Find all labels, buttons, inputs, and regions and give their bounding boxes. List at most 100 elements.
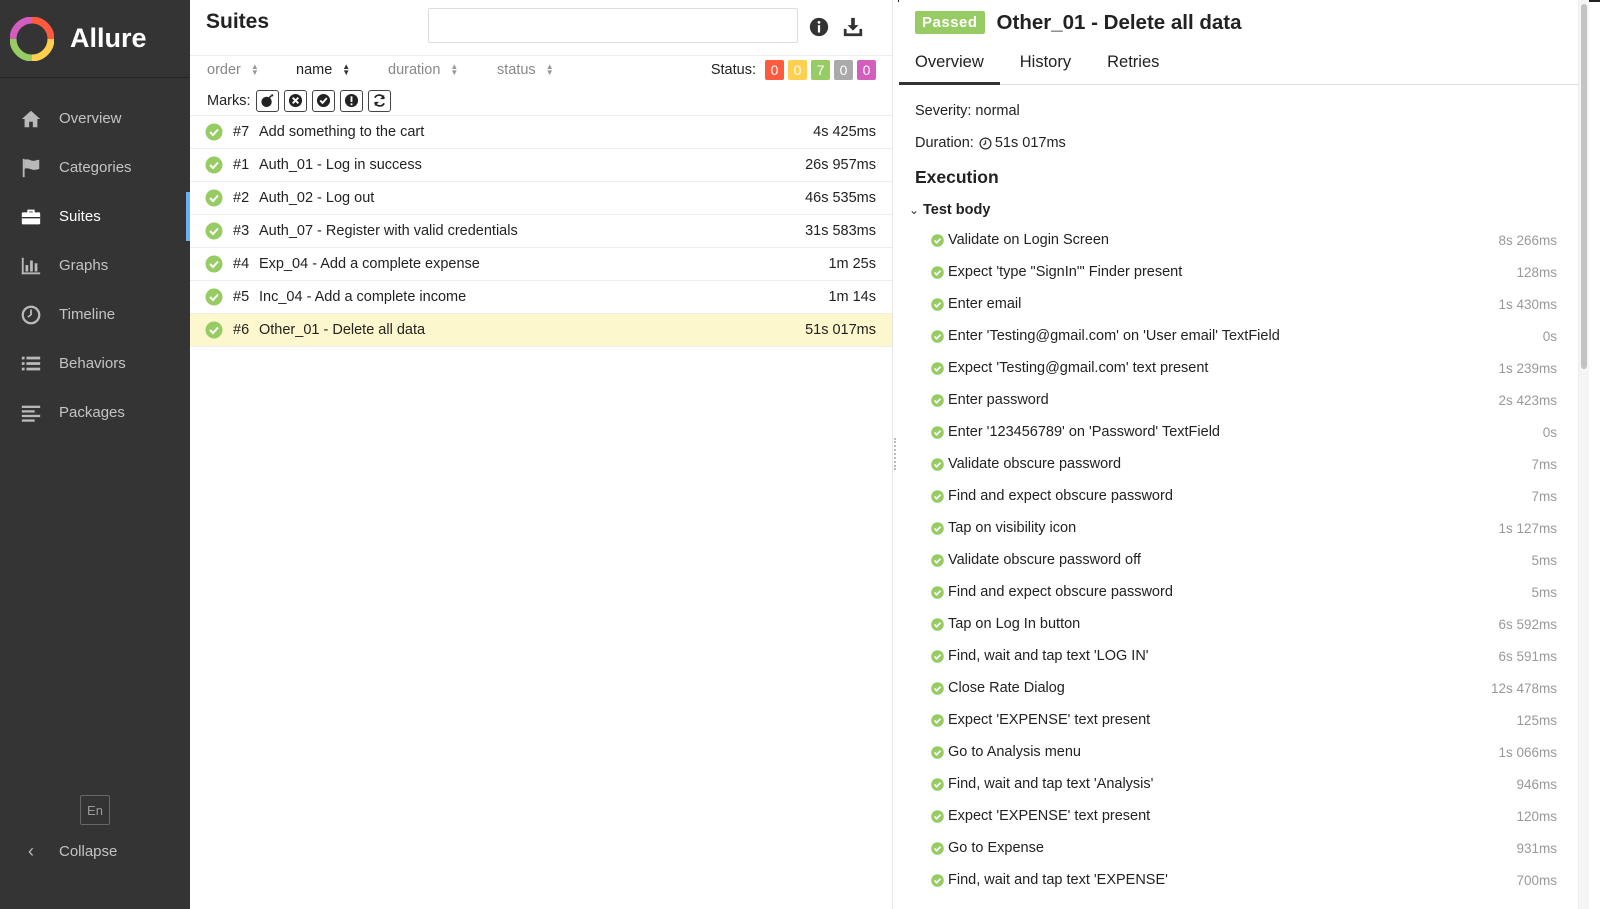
step-row[interactable]: Close Rate Dialog 12s 478ms [899,672,1589,704]
step-row[interactable]: Find, wait and tap text 'Analysis' 946ms [899,768,1589,800]
sidebar-item-suites[interactable]: Suites [0,192,190,241]
scrollbar[interactable] [1578,0,1589,909]
test-duration: 1m 25s [828,256,876,272]
test-duration: 51s 017ms [805,322,876,338]
step-name: Go to Expense [948,840,1044,856]
step-name: Find and expect obscure password [948,488,1173,504]
suites-pane: Suites order ▲ ▼ name ▲ ▼ duration ▲ ▼ s… [190,0,892,909]
sidebar-item-overview[interactable]: Overview [0,94,190,143]
step-row[interactable]: Validate obscure password 7ms [899,448,1589,480]
tab-overview[interactable]: Overview [899,45,1000,85]
download-icon[interactable] [840,14,866,40]
check-circle-icon[interactable] [311,89,335,112]
step-name: Expect 'EXPENSE' text present [948,808,1151,824]
sort-by-duration[interactable]: duration ▲ ▼ [388,62,458,78]
passed-icon [931,489,944,503]
sort-arrows-icon: ▲ ▼ [545,62,554,77]
sidebar-item-graphs[interactable]: Graphs [0,241,190,290]
step-duration: 1s 430ms [1498,296,1557,312]
passed-icon [931,553,944,567]
scrollbar-thumb[interactable] [1581,4,1587,369]
step-row[interactable]: Find and expect obscure password 5ms [899,576,1589,608]
table-row[interactable]: #4 Exp_04 - Add a complete expense 1m 25… [190,248,892,281]
search-input[interactable] [428,8,798,43]
sidebar-item-categories[interactable]: Categories [0,143,190,192]
sidebar-item-behaviors[interactable]: Behaviors [0,339,190,388]
step-row[interactable]: Enter password 2s 423ms [899,384,1589,416]
tab-retries[interactable]: Retries [1091,45,1175,85]
step-row[interactable]: Go to Analysis menu 1s 066ms [899,736,1589,768]
status-failed-badge[interactable]: 0 [765,60,784,80]
test-body-toggle[interactable]: ⌄ Test body [899,202,1589,218]
sidebar-item-label: Timeline [59,306,116,323]
table-row[interactable]: #5 Inc_04 - Add a complete income 1m 14s [190,281,892,314]
sort-label: name [296,62,333,78]
bomb-icon[interactable] [255,89,279,112]
status-unknown-badge[interactable]: 0 [857,60,876,80]
step-row[interactable]: Validate on Login Screen 8s 266ms [899,224,1589,256]
step-row[interactable]: Expect 'EXPENSE' text present 120ms [899,800,1589,832]
status-passed-badge[interactable]: 7 [811,60,830,80]
sidebar-item-packages[interactable]: Packages [0,388,190,437]
tab-history[interactable]: History [1004,45,1087,85]
sort-by-name[interactable]: name ▲ ▼ [296,62,350,78]
sort-row: order ▲ ▼ name ▲ ▼ duration ▲ ▼ status ▲ ▼ S… [190,56,892,86]
step-row[interactable]: Tap on visibility icon 1s 127ms [899,512,1589,544]
table-row[interactable]: #1 Auth_01 - Log in success 26s 957ms [190,149,892,182]
splitter-grip-icon[interactable] [894,438,896,470]
collapse-button[interactable]: ‹ Collapse [19,838,117,864]
allure-logo-icon [10,16,54,61]
detail-tabs: Overview History Retries [899,45,1589,85]
times-circle-icon[interactable] [283,89,307,112]
flag-icon [19,156,43,180]
test-name: Auth_01 - Log in success [259,157,422,173]
sidebar-item-timeline[interactable]: Timeline [0,290,190,339]
passed-icon [931,809,944,823]
chevron-down-icon: ⌄ [909,203,920,217]
passed-icon [205,189,223,207]
test-id: #3 [233,223,250,239]
step-row[interactable]: Enter email 1s 430ms [899,288,1589,320]
passed-icon [931,777,944,791]
step-row[interactable]: Enter '123456789' on 'Password' TextFiel… [899,416,1589,448]
step-row[interactable]: Go to Expense 931ms [899,832,1589,864]
logo-row[interactable]: Allure [0,0,190,78]
info-icon[interactable] [806,14,832,40]
step-row[interactable]: Find, wait and tap text 'EXPENSE' 700ms [899,864,1589,896]
pane-splitter[interactable] [892,0,898,909]
sort-by-status[interactable]: status ▲ ▼ [497,62,554,78]
step-row[interactable]: Expect 'type "SignIn"' Finder present 128… [899,256,1589,288]
step-row[interactable]: Enter 'Testing@gmail.com' on 'User email… [899,320,1589,352]
step-duration: 2s 423ms [1498,392,1557,408]
passed-icon [205,222,223,240]
status-skipped-badge[interactable]: 0 [834,60,853,80]
step-row[interactable]: Expect 'EXPENSE' text present 125ms [899,704,1589,736]
step-row[interactable]: Validate obscure password off 5ms [899,544,1589,576]
step-name: Find, wait and tap text 'Analysis' [948,776,1154,792]
detail-header: Passed Other_01 - Delete all data [899,0,1589,45]
step-name: Validate obscure password off [948,552,1141,568]
sort-by-order[interactable]: order ▲ ▼ [207,62,259,78]
sidebar-item-label: Categories [59,159,132,176]
table-row[interactable]: #2 Auth_02 - Log out 46s 535ms [190,182,892,215]
table-row[interactable]: #3 Auth_07 - Register with valid credent… [190,215,892,248]
refresh-icon[interactable] [367,89,391,112]
step-row[interactable]: Expect 'Testing@gmail.com' text present 1… [899,352,1589,384]
passed-icon [931,521,944,535]
exclamation-circle-icon[interactable] [339,89,363,112]
passed-icon [931,297,944,311]
chevron-left-icon: ‹ [28,840,34,861]
sort-label: duration [388,62,441,78]
step-row[interactable]: Tap on Log In button 6s 592ms [899,608,1589,640]
marks-label: Marks: [207,92,251,109]
language-button[interactable]: En [80,795,110,825]
table-row-selected[interactable]: #6 Other_01 - Delete all data 51s 017ms [190,314,892,347]
passed-icon [205,156,223,174]
step-row[interactable]: Find and expect obscure password 7ms [899,480,1589,512]
table-row[interactable]: #7 Add something to the cart 4s 425ms [190,116,892,149]
test-duration: 4s 425ms [813,124,876,140]
step-row[interactable]: Find, wait and tap text 'LOG IN' 6s 591ms [899,640,1589,672]
test-name: Auth_02 - Log out [259,190,375,206]
status-broken-badge[interactable]: 0 [788,60,807,80]
step-name: Enter '123456789' on 'Password' TextFiel… [948,424,1220,440]
